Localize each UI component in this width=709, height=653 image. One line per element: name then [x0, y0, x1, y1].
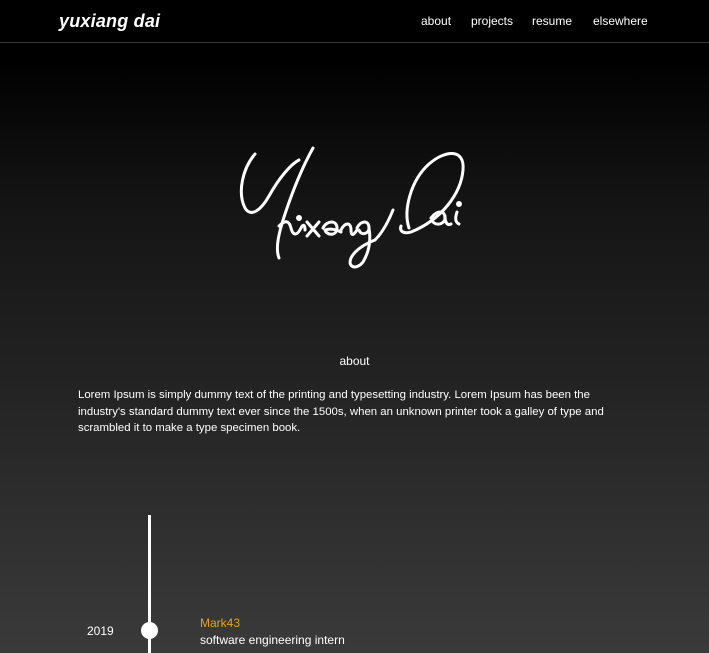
about-paragraph: Lorem Ipsum is simply dummy text of the …: [78, 389, 604, 434]
top-navigation-bar: yuxiang dai about projects resume elsewh…: [0, 0, 709, 43]
timeline-company-link[interactable]: Mark43: [200, 616, 240, 630]
timeline-dot: [141, 622, 158, 639]
timeline-year: 2019: [87, 624, 114, 638]
nav-link-about[interactable]: about: [421, 14, 451, 28]
timeline-role: software engineering intern: [200, 633, 345, 647]
nav-link-elsewhere[interactable]: elsewhere: [593, 14, 648, 28]
nav-link-projects[interactable]: projects: [471, 14, 513, 28]
site-brand[interactable]: yuxiang dai: [59, 11, 160, 32]
about-heading: about: [339, 354, 370, 368]
signature-image: [239, 146, 465, 269]
nav-link-resume[interactable]: resume: [532, 14, 572, 28]
